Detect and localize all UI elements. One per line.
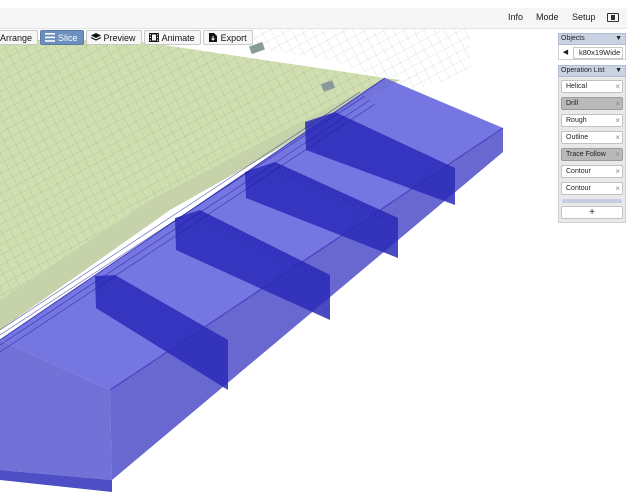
operation-list-title: Operation List [561,67,605,74]
preview-button-label: Preview [103,32,136,43]
operation-item-drill[interactable]: Drill × [561,97,623,110]
slice-button-label: Slice [58,32,78,43]
toolbar: Arrange Slice Preview Animate Export [0,30,255,45]
remove-icon[interactable]: × [615,132,620,143]
object-name[interactable]: k80x19Wide [573,47,623,59]
operation-item-outline[interactable]: Outline × [561,131,623,144]
layers-icon [90,33,101,41]
remove-icon[interactable]: × [615,149,620,160]
remove-icon[interactable]: × [615,115,620,126]
export-button-label: Export [220,32,247,43]
add-operation-button[interactable]: + [561,206,623,219]
operation-label: Outline [566,134,589,141]
remove-icon[interactable]: × [615,81,620,92]
objects-panel: Objects ▼ ◀ k80x19Wide [558,33,626,60]
display-icon[interactable] [607,13,619,22]
operation-label: Trace Follow [566,151,606,158]
animate-button-label: Animate [161,32,195,43]
operation-list: Helical × Drill × Rough × Outline × Trac… [558,77,626,223]
operation-item-rough[interactable]: Rough × [561,114,623,127]
film-icon [148,33,159,42]
chevron-left-icon[interactable]: ◀ [561,48,570,57]
operation-list-header[interactable]: Operation List ▼ [558,65,626,77]
menu-setup[interactable]: Setup [572,12,596,22]
slice-button[interactable]: Slice [40,30,84,45]
remove-icon[interactable]: × [615,183,620,194]
operation-label: Rough [566,117,587,124]
animate-button[interactable]: Animate [143,30,201,45]
remove-icon[interactable]: × [615,98,620,109]
operation-item-trace-follow[interactable]: Trace Follow × [561,148,623,161]
export-button[interactable]: Export [202,30,253,45]
operation-label: Helical [566,83,588,90]
chevron-down-icon[interactable]: ▼ [615,34,622,44]
operation-label: Contour [566,185,591,192]
operation-item-contour[interactable]: Contour × [561,182,623,195]
operation-list-panel: Operation List ▼ Helical × Drill × Rough… [558,65,626,223]
operation-list-divider [562,199,622,203]
menu-mode[interactable]: Mode [536,12,559,22]
operation-item-contour[interactable]: Contour × [561,165,623,178]
top-menu-bar: Info Mode Setup [0,8,627,29]
preview-button[interactable]: Preview [85,30,142,45]
arrange-button[interactable]: Arrange [0,30,39,45]
operation-label: Contour [566,168,591,175]
list-icon [45,33,56,42]
objects-title: Objects [561,35,585,42]
operation-item-helical[interactable]: Helical × [561,80,623,93]
objects-body: ◀ k80x19Wide [558,45,626,60]
remove-icon[interactable]: × [615,166,620,177]
chevron-down-icon[interactable]: ▼ [615,66,622,76]
objects-header[interactable]: Objects ▼ [558,33,626,45]
3d-viewport[interactable] [0,0,627,500]
export-icon [208,33,217,42]
arrange-button-label: Arrange [0,32,33,43]
menu-info[interactable]: Info [508,12,523,22]
operation-label: Drill [566,100,579,107]
